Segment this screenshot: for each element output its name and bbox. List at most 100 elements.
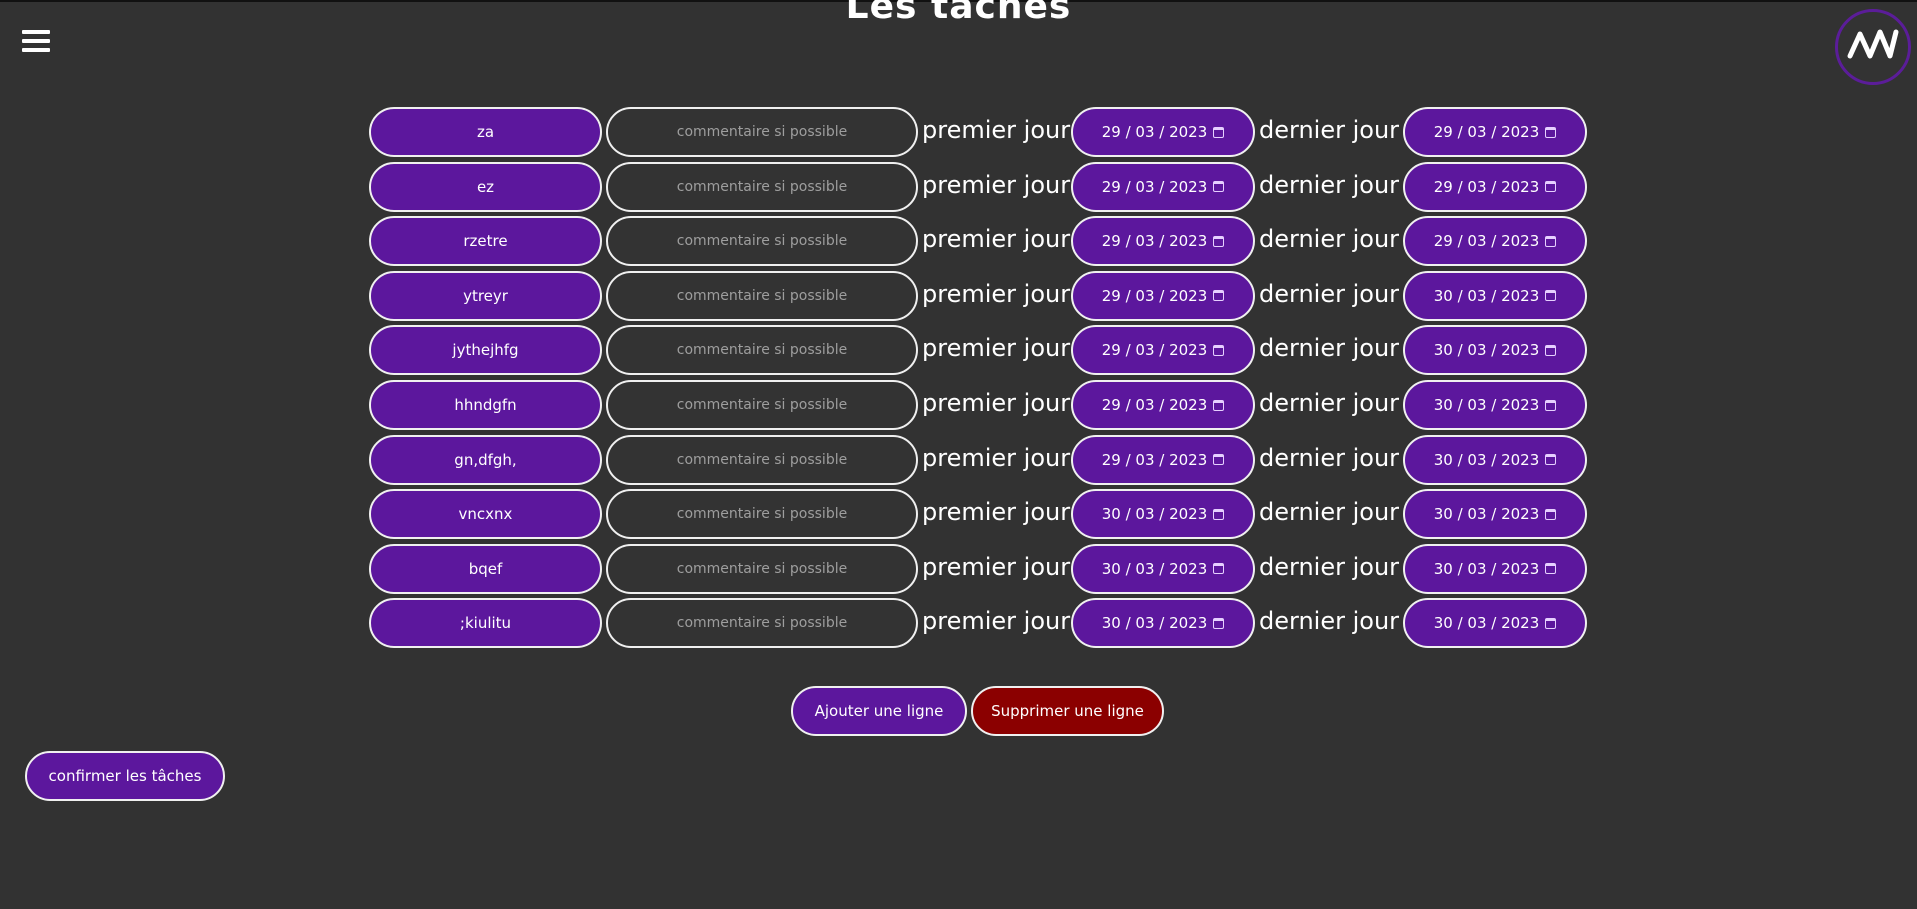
first-day-label: premier jour :	[922, 443, 1086, 472]
first-day-label: premier jour :	[922, 552, 1086, 581]
last-day-date-input[interactable]: 30 / 03 / 2023	[1403, 325, 1587, 376]
comment-field[interactable]: commentaire si possible	[606, 270, 918, 321]
last-day-date-input[interactable]: 30 / 03 / 2023	[1403, 380, 1587, 430]
last-day-label: dernier jour :	[1259, 552, 1415, 581]
calendar-icon[interactable]	[1213, 508, 1225, 520]
task-name-field[interactable]: ytreyr	[369, 270, 602, 321]
calendar-icon[interactable]	[1545, 344, 1557, 356]
calendar-icon[interactable]	[1213, 126, 1225, 138]
calendar-icon[interactable]	[1213, 181, 1225, 193]
last-day-label: dernier jour :	[1259, 225, 1415, 254]
first-day-date-value: 29 / 03 / 2023	[1101, 286, 1208, 305]
task-row: vncxnx commentaire si possible premier jou…	[369, 489, 1587, 540]
last-day-date-input[interactable]: 29 / 03 / 2023	[1403, 161, 1587, 212]
comment-field[interactable]: commentaire si possible	[606, 543, 918, 594]
calendar-icon[interactable]	[1213, 563, 1225, 575]
first-day-date-value: 29 / 03 / 2023	[1101, 450, 1208, 469]
calendar-icon[interactable]	[1545, 181, 1557, 193]
first-day-date-input[interactable]: 29 / 03 / 2023	[1071, 325, 1255, 376]
task-name-field[interactable]: za	[369, 107, 602, 157]
comment-field[interactable]: commentaire si possible	[606, 161, 918, 212]
comment-field[interactable]: commentaire si possible	[606, 489, 918, 540]
delete-row-button[interactable]: Supprimer une ligne	[971, 686, 1164, 736]
brand-logo-icon[interactable]	[1835, 9, 1911, 85]
last-day-date-value: 29 / 03 / 2023	[1433, 123, 1540, 141]
confirm-tasks-button[interactable]: confirmer les tâches	[25, 751, 225, 801]
last-day-date-value: 30 / 03 / 2023	[1433, 559, 1540, 578]
last-day-date-input[interactable]: 29 / 03 / 2023	[1403, 216, 1587, 267]
calendar-icon[interactable]	[1545, 508, 1557, 520]
comment-field[interactable]: commentaire si possible	[606, 598, 918, 649]
last-day-label: dernier jour :	[1259, 607, 1415, 636]
add-row-button[interactable]: Ajouter une ligne	[791, 686, 967, 736]
calendar-icon[interactable]	[1213, 235, 1225, 247]
last-day-label: dernier jour :	[1259, 334, 1415, 363]
calendar-icon[interactable]	[1213, 617, 1225, 629]
last-day-date-input[interactable]: 29 / 03 / 2023	[1403, 107, 1587, 157]
last-day-label: dernier jour :	[1259, 116, 1415, 144]
first-day-date-input[interactable]: 29 / 03 / 2023	[1071, 434, 1255, 485]
calendar-icon[interactable]	[1545, 399, 1557, 411]
task-name-field[interactable]: ez	[369, 161, 602, 212]
first-day-date-input[interactable]: 30 / 03 / 2023	[1071, 489, 1255, 540]
first-day-label: premier jour :	[922, 225, 1086, 254]
calendar-icon[interactable]	[1545, 563, 1557, 575]
last-day-date-value: 30 / 03 / 2023	[1433, 341, 1540, 360]
calendar-icon[interactable]	[1545, 235, 1557, 247]
task-name-field[interactable]: hhndgfn	[369, 380, 602, 430]
last-day-date-input[interactable]: 30 / 03 / 2023	[1403, 543, 1587, 594]
calendar-icon[interactable]	[1213, 399, 1225, 411]
first-day-date-input[interactable]: 29 / 03 / 2023	[1071, 216, 1255, 267]
first-day-date-value: 29 / 03 / 2023	[1101, 177, 1208, 196]
calendar-icon[interactable]	[1545, 290, 1557, 302]
first-day-label: premier jour :	[922, 607, 1086, 636]
last-day-date-value: 30 / 03 / 2023	[1433, 286, 1540, 305]
task-name-field[interactable]: ;kiulitu	[369, 598, 602, 649]
last-day-date-value: 30 / 03 / 2023	[1433, 505, 1540, 524]
comment-field[interactable]: commentaire si possible	[606, 325, 918, 376]
task-name-field[interactable]: jythejhfg	[369, 325, 602, 376]
last-day-date-input[interactable]: 30 / 03 / 2023	[1403, 434, 1587, 485]
page-title: Les tâches	[845, 0, 1072, 27]
first-day-date-value: 29 / 03 / 2023	[1101, 232, 1208, 251]
task-name-field[interactable]: gn,dfgh,	[369, 434, 602, 485]
task-row: za commentaire si possible premier jour : 2…	[369, 107, 1587, 157]
first-day-date-input[interactable]: 29 / 03 / 2023	[1071, 380, 1255, 430]
comment-field[interactable]: commentaire si possible	[606, 216, 918, 267]
task-name-field[interactable]: bqef	[369, 543, 602, 594]
first-day-date-input[interactable]: 29 / 03 / 2023	[1071, 107, 1255, 157]
first-day-label: premier jour :	[922, 116, 1086, 144]
first-day-date-input[interactable]: 29 / 03 / 2023	[1071, 161, 1255, 212]
task-name-field[interactable]: vncxnx	[369, 489, 602, 540]
comment-field[interactable]: commentaire si possible	[606, 434, 918, 485]
first-day-date-input[interactable]: 30 / 03 / 2023	[1071, 598, 1255, 649]
first-day-date-input[interactable]: 29 / 03 / 2023	[1071, 270, 1255, 321]
calendar-icon[interactable]	[1213, 290, 1225, 302]
first-day-label: premier jour :	[922, 170, 1086, 199]
first-day-label: premier jour :	[922, 498, 1086, 527]
last-day-label: dernier jour :	[1259, 389, 1415, 417]
first-day-label: premier jour :	[922, 279, 1086, 308]
calendar-icon[interactable]	[1213, 344, 1225, 356]
first-day-date-value: 29 / 03 / 2023	[1101, 396, 1208, 414]
last-day-date-input[interactable]: 30 / 03 / 2023	[1403, 489, 1587, 540]
comment-field[interactable]: commentaire si possible	[606, 107, 918, 157]
first-day-date-value: 29 / 03 / 2023	[1101, 123, 1208, 141]
hamburger-menu-icon[interactable]	[22, 30, 50, 54]
task-row: gn,dfgh, commentaire si possible premier j…	[369, 434, 1587, 485]
first-day-date-input[interactable]: 30 / 03 / 2023	[1071, 543, 1255, 594]
calendar-icon[interactable]	[1545, 617, 1557, 629]
calendar-icon[interactable]	[1545, 126, 1557, 138]
task-row: bqef commentaire si possible premier jour …	[369, 543, 1587, 594]
first-day-date-value: 29 / 03 / 2023	[1101, 341, 1208, 360]
calendar-icon[interactable]	[1545, 454, 1557, 466]
last-day-date-value: 30 / 03 / 2023	[1433, 614, 1540, 633]
task-row: jythejhfg commentaire si possible premier …	[369, 325, 1587, 376]
last-day-date-input[interactable]: 30 / 03 / 2023	[1403, 270, 1587, 321]
task-row: ez commentaire si possible premier jour : 2…	[369, 161, 1587, 212]
comment-field[interactable]: commentaire si possible	[606, 380, 918, 430]
task-name-field[interactable]: rzetre	[369, 216, 602, 267]
last-day-date-input[interactable]: 30 / 03 / 2023	[1403, 598, 1587, 649]
calendar-icon[interactable]	[1213, 454, 1225, 466]
first-day-label: premier jour :	[922, 389, 1086, 417]
